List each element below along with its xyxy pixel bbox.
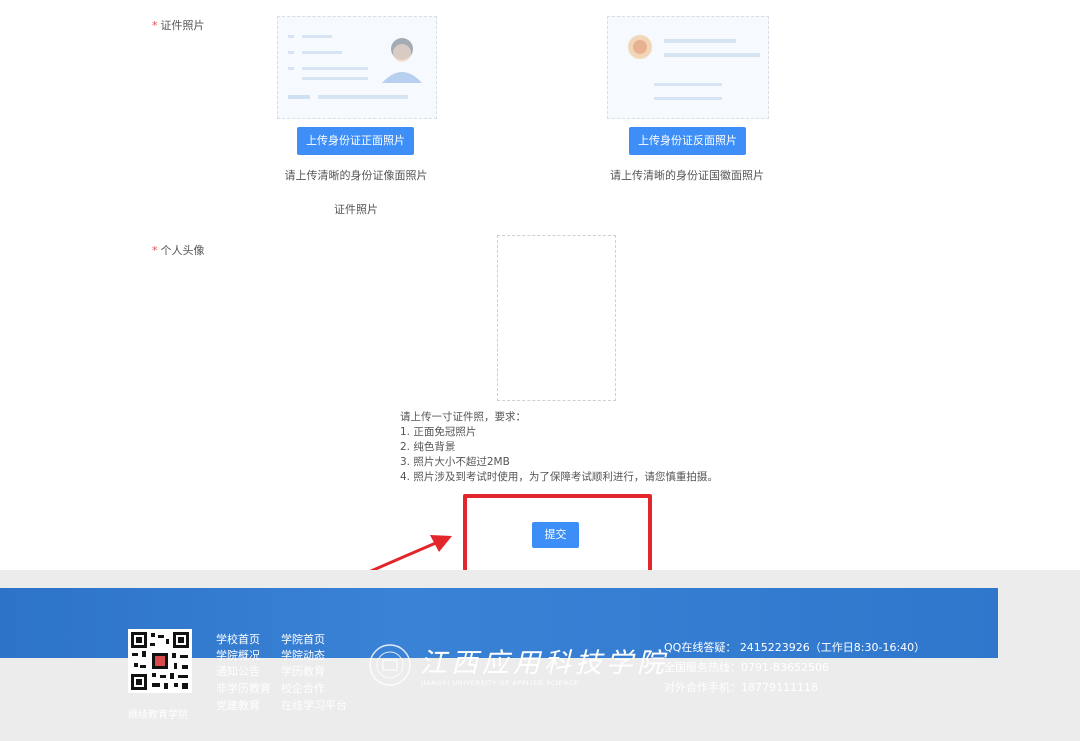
requirement-line: 1. 正面免冠照片 xyxy=(400,426,477,438)
upload-id-front-button[interactable]: 上传身份证正面照片 xyxy=(297,127,414,155)
contact-cooperation: 对外合作手机：18779111118 xyxy=(664,681,818,694)
avatar-upload-area[interactable] xyxy=(497,235,616,401)
requirement-line: 2. 纯色背景 xyxy=(400,441,456,453)
id-back-hint: 请上传清晰的身份证国徽面照片 xyxy=(610,169,764,182)
avatar-requirements: 请上传一寸证件照，要求： 1. 正面免冠照片 2. 纯色背景 3. 照片大小不超… xyxy=(400,410,820,485)
upload-id-back-button[interactable]: 上传身份证反面照片 xyxy=(629,127,746,155)
university-name-cn: 江西应用科技学院 xyxy=(420,648,668,679)
requirement-line: 4. 照片涉及到考试时使用，为了保障考试顺利进行，请您慎重拍摄。 xyxy=(400,471,718,483)
footer-link-learning-platform[interactable]: 在线学习平台 xyxy=(281,697,347,713)
required-star: * xyxy=(152,19,158,32)
footer-link-party[interactable]: 党建教育 xyxy=(216,697,260,713)
qr-caption: 继续教育学院 xyxy=(128,710,188,721)
university-seal-icon xyxy=(369,644,411,686)
contact-phone: 全国服务热线：0791-83652506 xyxy=(664,661,829,674)
footer-link-degree[interactable]: 学历教育 xyxy=(281,663,325,679)
id-front-icon xyxy=(288,35,422,99)
id-front-placeholder[interactable] xyxy=(277,16,437,119)
id-back-placeholder[interactable] xyxy=(607,16,769,119)
requirement-line: 请上传一寸证件照，要求： xyxy=(400,411,526,423)
id-back-icon xyxy=(628,35,760,100)
id-photo-label: * 证件照片 xyxy=(152,19,205,32)
footer-link-news[interactable]: 学院动态 xyxy=(281,647,325,663)
footer-link-college-home[interactable]: 学院首页 xyxy=(281,631,325,647)
footer-link-cooperation[interactable]: 校企合作 xyxy=(281,680,325,696)
footer-link-school-home[interactable]: 学校首页 xyxy=(216,631,260,647)
required-star: * xyxy=(152,244,158,257)
footer-link-non-degree[interactable]: 非学历教育 xyxy=(216,680,271,696)
requirement-line: 3. 照片大小不超过2MB xyxy=(400,456,510,468)
footer-link-notices[interactable]: 通知公告 xyxy=(216,663,260,679)
qr-code-icon xyxy=(128,629,192,693)
contact-qq: QQ在线答疑： 2415223926（工作日8:30-16:40） xyxy=(664,641,926,654)
avatar-label: * 个人头像 xyxy=(152,244,205,257)
id-photo-caption: 证件照片 xyxy=(334,203,378,216)
footer-link-overview[interactable]: 学院概况 xyxy=(216,647,260,663)
id-front-hint: 请上传清晰的身份证像面照片 xyxy=(284,169,428,182)
university-name-en: JIANGXI UNIVERSITY OF APPLIED SCIENCE xyxy=(421,679,579,687)
